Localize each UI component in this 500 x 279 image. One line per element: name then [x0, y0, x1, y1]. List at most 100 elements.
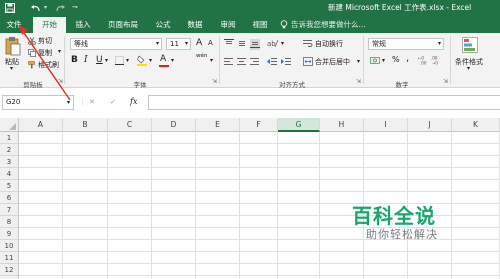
- phonetic-dropdown-icon[interactable]: ▾: [210, 57, 213, 64]
- fill-color-icon[interactable]: [137, 55, 147, 68]
- alignment-launcher-icon[interactable]: ⇲: [356, 78, 361, 85]
- column-header[interactable]: A: [19, 118, 63, 132]
- font-color-dropdown-icon[interactable]: ▾: [171, 57, 174, 64]
- tab-data[interactable]: 数据: [182, 16, 208, 33]
- number-format-value: 常规: [372, 40, 386, 48]
- border-dropdown-icon[interactable]: ▾: [126, 57, 129, 64]
- insert-function-button[interactable]: fx: [130, 97, 137, 106]
- font-launcher-icon[interactable]: ⇲: [212, 78, 217, 85]
- conditional-formatting-icon[interactable]: [462, 37, 478, 55]
- phonetic-button[interactable]: wén: [196, 53, 207, 59]
- font-size-value: 11: [170, 40, 179, 48]
- gridline: [19, 167, 500, 168]
- svg-text:→0: →0: [432, 61, 438, 66]
- confirm-entry-button[interactable]: ✓: [110, 98, 116, 106]
- tell-me-search[interactable]: 告诉我您想要做什么...: [291, 16, 366, 33]
- row-header[interactable]: 11: [0, 252, 19, 264]
- align-top-icon[interactable]: [224, 39, 234, 50]
- shrink-font-button[interactable]: A: [208, 39, 213, 47]
- number-group-label: 数字: [395, 81, 409, 89]
- gridline: [19, 191, 500, 192]
- font-size-select[interactable]: 11 ▾: [166, 38, 191, 50]
- watermark-subtitle: 助你轻松解决: [366, 228, 438, 241]
- formula-input[interactable]: [148, 95, 500, 110]
- increase-indent-icon[interactable]: [281, 57, 291, 68]
- font-name-dropdown-icon[interactable]: ▾: [156, 39, 159, 49]
- column-header-selected[interactable]: G: [278, 118, 320, 132]
- number-format-select[interactable]: 常规 ▾: [368, 38, 444, 50]
- grow-font-button[interactable]: A: [196, 38, 202, 48]
- number-format-dropdown-icon[interactable]: ▾: [438, 39, 441, 49]
- column-header[interactable]: J: [408, 118, 452, 132]
- gridline: [19, 179, 500, 180]
- align-right-icon[interactable]: [250, 57, 260, 68]
- lightbulb-icon: [280, 20, 288, 29]
- row-header[interactable]: 4: [0, 168, 19, 180]
- font-size-dropdown-icon[interactable]: ▾: [185, 39, 188, 49]
- decrease-indent-icon[interactable]: [267, 57, 277, 68]
- row-header[interactable]: 6: [0, 192, 19, 204]
- conditional-formatting-dropdown-icon[interactable]: ▾: [467, 65, 470, 72]
- tab-page-layout[interactable]: 页面布局: [103, 16, 143, 33]
- align-center-icon[interactable]: [237, 57, 247, 68]
- underline-dropdown-icon[interactable]: ▾: [105, 57, 108, 64]
- number-launcher-icon[interactable]: ⇲: [443, 78, 448, 85]
- currency-dropdown-icon[interactable]: ▾: [382, 57, 385, 64]
- row-header[interactable]: 8: [0, 216, 19, 228]
- tab-formulas[interactable]: 公式: [150, 16, 176, 33]
- alignment-group-label: 对齐方式: [279, 81, 305, 89]
- column-header[interactable]: I: [364, 118, 408, 132]
- gridline: [19, 251, 500, 252]
- align-bottom-icon[interactable]: [250, 39, 260, 50]
- column-header[interactable]: H: [320, 118, 364, 132]
- currency-icon[interactable]: [370, 56, 380, 67]
- column-header[interactable]: C: [108, 118, 152, 132]
- row-header[interactable]: 1: [0, 132, 19, 144]
- window-title: 新建 Microsoft Excel 工作表.xlsx - Excel: [328, 3, 472, 12]
- select-all-corner[interactable]: [0, 118, 19, 132]
- merge-center-icon[interactable]: [303, 57, 313, 68]
- row-header[interactable]: 10: [0, 240, 19, 252]
- ribbon-divider: [450, 36, 451, 84]
- orientation-icon[interactable]: ab: [267, 38, 279, 50]
- font-color-button[interactable]: A: [160, 54, 166, 64]
- row-header[interactable]: 3: [0, 156, 19, 168]
- tab-review[interactable]: 审阅: [215, 16, 241, 33]
- row-header[interactable]: 5: [0, 180, 19, 192]
- column-header[interactable]: K: [452, 118, 500, 132]
- column-header[interactable]: E: [196, 118, 240, 132]
- column-header[interactable]: F: [240, 118, 278, 132]
- increase-decimal-icon[interactable]: ←0.00: [418, 55, 429, 67]
- ribbon-divider: [219, 36, 220, 84]
- watermark: 百科全说 助你轻松解决: [352, 204, 442, 242]
- watermark-title: 百科全说: [352, 204, 436, 228]
- font-group-label: 字体: [133, 81, 147, 89]
- wrap-text-button[interactable]: 自动换行: [315, 39, 343, 49]
- wrap-text-icon[interactable]: [303, 39, 313, 50]
- merge-dropdown-icon[interactable]: ▾: [357, 58, 360, 65]
- row-header[interactable]: 7: [0, 204, 19, 216]
- column-header[interactable]: D: [152, 118, 196, 132]
- fill-color-dropdown-icon[interactable]: ▾: [149, 57, 152, 64]
- gridline: [19, 143, 500, 144]
- ribbon-divider: [363, 36, 364, 84]
- orientation-dropdown-icon[interactable]: ▾: [281, 40, 284, 47]
- comma-button[interactable]: ,: [406, 53, 409, 64]
- align-middle-icon[interactable]: [237, 39, 247, 50]
- row-header[interactable]: 12: [0, 264, 19, 276]
- annotation-arrow: [19, 25, 71, 101]
- percent-button[interactable]: %: [392, 55, 400, 64]
- column-header[interactable]: B: [63, 118, 108, 132]
- merge-center-button[interactable]: 合并后居中: [315, 57, 350, 67]
- svg-text:.00: .00: [420, 61, 427, 66]
- gridline: [19, 155, 500, 156]
- row-header[interactable]: 2: [0, 144, 19, 156]
- font-color-bar: [159, 65, 169, 67]
- gridline: [19, 263, 500, 264]
- decrease-decimal-icon[interactable]: .00 →0: [431, 55, 442, 67]
- border-icon[interactable]: [115, 56, 124, 67]
- row-header[interactable]: 9: [0, 228, 19, 240]
- worksheet-grid[interactable]: A B C D E F G H I J K 1 2 3 4 5 6 7 8 9 …: [0, 118, 500, 279]
- tab-view[interactable]: 视图: [247, 16, 273, 33]
- align-left-icon[interactable]: [224, 57, 234, 68]
